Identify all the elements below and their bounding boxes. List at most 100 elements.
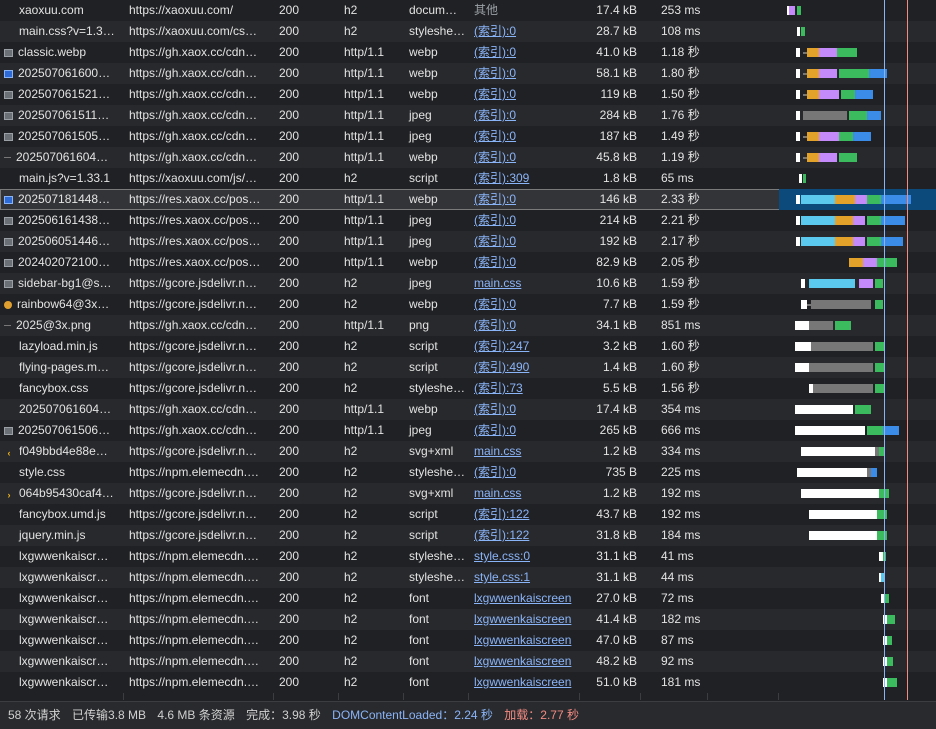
request-row[interactable]: lxgwwenkaiscr… https://npm.elemecdn.… 200 h…	[0, 588, 936, 609]
request-status: 200	[279, 297, 300, 311]
request-name: 202507061511…	[18, 108, 110, 122]
initiator-link[interactable]: (索引):0	[474, 213, 516, 227]
request-size: 51.0 kB	[596, 675, 637, 689]
request-row[interactable]: lxgwwenkaiscr… https://npm.elemecdn.… 200 h…	[0, 672, 936, 693]
request-status: 200	[279, 171, 300, 185]
initiator-link[interactable]: (索引):0	[474, 234, 516, 248]
request-row[interactable]: 202507061511… https://gh.xaox.cc/cdn… 200 h…	[0, 105, 936, 126]
initiator-link[interactable]: (索引):0	[474, 150, 516, 164]
initiator-link[interactable]: (索引):122	[474, 507, 529, 521]
request-row[interactable]: 202507061521… https://gh.xaox.cc/cdn… 200 h…	[0, 84, 936, 105]
waterfall-cell	[779, 441, 936, 462]
initiator-link[interactable]: style.css:1	[474, 570, 530, 584]
request-type: script	[409, 339, 438, 353]
waterfall-cell	[779, 609, 936, 630]
request-row[interactable]: 202507061600… https://gh.xaox.cc/cdn… 200 h…	[0, 63, 936, 84]
request-row[interactable]: lazyload.min.js https://gcore.jsdelivr.n……	[0, 336, 936, 357]
request-row[interactable]: lxgwwenkaiscr… https://npm.elemecdn.… 200 h…	[0, 567, 936, 588]
initiator-link[interactable]: lxgwwenkaiscreen	[474, 612, 571, 626]
request-row[interactable]: xaoxuu.com https://xaoxuu.com/200 h2 docum……	[0, 0, 936, 21]
initiator-link[interactable]: (索引):309	[474, 171, 529, 185]
request-row[interactable]: 202506161438… https://res.xaox.cc/pos… 200…	[0, 210, 936, 231]
initiator-link[interactable]: (索引):0	[474, 402, 516, 416]
waterfall-segment-green	[877, 258, 897, 267]
initiator-link[interactable]: (索引):0	[474, 108, 516, 122]
request-row[interactable]: lxgwwenkaiscr… https://npm.elemecdn.… 200 h…	[0, 609, 936, 630]
request-row[interactable]: 202402072100… https://res.xaox.cc/pos… 200…	[0, 252, 936, 273]
request-size: 48.2 kB	[596, 654, 637, 668]
request-row[interactable]: main.js?v=1.33.1 https://xaoxuu.com/js/… 2…	[0, 168, 936, 189]
request-initiator-cell: (索引):0	[469, 42, 579, 63]
initiator-link[interactable]: (索引):0	[474, 297, 516, 311]
request-row[interactable]: 202507061505… https://gh.xaox.cc/cdn… 200 h…	[0, 126, 936, 147]
request-row[interactable]: fancybox.umd.js https://gcore.jsdelivr.n……	[0, 504, 936, 525]
request-row[interactable]: lxgwwenkaiscr… https://npm.elemecdn.… 200 h…	[0, 651, 936, 672]
initiator-link[interactable]: lxgwwenkaiscreen	[474, 633, 571, 647]
waterfall-segment-stalled	[809, 321, 833, 330]
request-row[interactable]: main.css?v=1.3… https://xaoxuu.com/cs… 200…	[0, 21, 936, 42]
image-icon	[4, 49, 13, 57]
request-name: 202507061604…	[19, 402, 112, 416]
initiator-link[interactable]: main.css	[474, 444, 521, 458]
request-row[interactable]: sidebar-bg1@s… https://gcore.jsdelivr.n… 2…	[0, 273, 936, 294]
waterfall-segment-green	[837, 48, 857, 57]
request-row[interactable]: flying-pages.m… https://gcore.jsdelivr.n……	[0, 357, 936, 378]
request-url: https://gh.xaox.cc/cdn…	[129, 87, 258, 101]
request-row[interactable]: style.css https://npm.elemecdn.… 200 h2 styl…	[0, 462, 936, 483]
initiator-link[interactable]: (索引):0	[474, 423, 516, 437]
request-status: 200	[279, 612, 300, 626]
initiator-link[interactable]: lxgwwenkaiscreen	[474, 591, 571, 605]
request-row[interactable]: 2025@3x.png https://gh.xaox.cc/cdn… 200 htt…	[0, 315, 936, 336]
initiator-link[interactable]: lxgwwenkaiscreen	[474, 675, 571, 689]
waterfall-segment-queue	[796, 216, 800, 225]
request-name-cell: lxgwwenkaiscr…	[0, 588, 123, 609]
request-name: 202507061600…	[18, 66, 111, 80]
request-row[interactable]: 202507061604… https://gh.xaox.cc/cdn… 200 h…	[0, 147, 936, 168]
initiator-link[interactable]: (索引):122	[474, 528, 529, 542]
initiator-link[interactable]: (索引):0	[474, 66, 516, 80]
request-row[interactable]: lxgwwenkaiscr… https://npm.elemecdn.… 200 h…	[0, 630, 936, 651]
request-name: 064b95430caf4…	[19, 486, 114, 500]
initiator-link[interactable]: (索引):490	[474, 360, 529, 374]
request-row[interactable]: jquery.min.js https://gcore.jsdelivr.n… 20…	[0, 525, 936, 546]
request-row[interactable]: 202507181448… https://res.xaox.cc/pos… 200…	[0, 189, 936, 210]
request-type: jpeg	[409, 213, 432, 227]
waterfall-segment-green	[841, 90, 855, 99]
initiator-link[interactable]: (索引):0	[474, 192, 516, 206]
request-row[interactable]: lxgwwenkaiscr… https://npm.elemecdn.… 200 h…	[0, 546, 936, 567]
initiator-link[interactable]: (索引):0	[474, 465, 516, 479]
request-type: webp	[409, 66, 438, 80]
initiator-link[interactable]: (索引):0	[474, 87, 516, 101]
initiator-link[interactable]: (索引):0	[474, 318, 516, 332]
request-row[interactable]: 202507061604… https://gh.xaox.cc/cdn… 200 h…	[0, 399, 936, 420]
initiator-link[interactable]: (索引):0	[474, 129, 516, 143]
request-row[interactable]: ‹ f049bbd4e88e… https://gcore.jsdelivr.n… 2…	[0, 441, 936, 462]
initiator-link[interactable]: lxgwwenkaiscreen	[474, 654, 571, 668]
initiator-link[interactable]: main.css	[474, 486, 521, 500]
request-row[interactable]: 202506051446… https://res.xaox.cc/pos… 200…	[0, 231, 936, 252]
request-row[interactable]: fancybox.css https://gcore.jsdelivr.n… 200…	[0, 378, 936, 399]
request-initiator-cell: (索引):73	[469, 378, 579, 399]
request-row[interactable]: classic.webp https://gh.xaox.cc/cdn… 200 ht…	[0, 42, 936, 63]
request-name: lazyload.min.js	[19, 339, 98, 353]
initiator-link[interactable]: main.css	[474, 276, 521, 290]
request-name-cell: 202507061521…	[0, 84, 123, 105]
initiator-link[interactable]: (索引):0	[474, 45, 516, 59]
request-row[interactable]: › 064b95430caf4… https://gcore.jsdelivr.n……	[0, 483, 936, 504]
initiator-link[interactable]: (索引):73	[474, 381, 523, 395]
initiator-link[interactable]: (索引):247	[474, 339, 529, 353]
initiator-link[interactable]: style.css:0	[474, 549, 530, 563]
waterfall-cell	[779, 168, 936, 189]
request-size: 47.0 kB	[596, 633, 637, 647]
request-row[interactable]: 202507061506… https://gh.xaox.cc/cdn… 200 h…	[0, 420, 936, 441]
request-type: svg+xml	[409, 444, 454, 458]
request-size: 192 kB	[599, 234, 637, 248]
request-name-cell: lxgwwenkaiscr…	[0, 567, 123, 588]
initiator-link[interactable]: (索引):0	[474, 24, 516, 38]
request-size: 146 kB	[599, 192, 637, 206]
initiator-link[interactable]: (索引):0	[474, 255, 516, 269]
request-row[interactable]: rainbow64@3x… https://gcore.jsdelivr.n… 20…	[0, 294, 936, 315]
request-name: lxgwwenkaiscr…	[19, 675, 109, 689]
blank-icon	[4, 467, 14, 477]
request-protocol: h2	[344, 3, 358, 17]
